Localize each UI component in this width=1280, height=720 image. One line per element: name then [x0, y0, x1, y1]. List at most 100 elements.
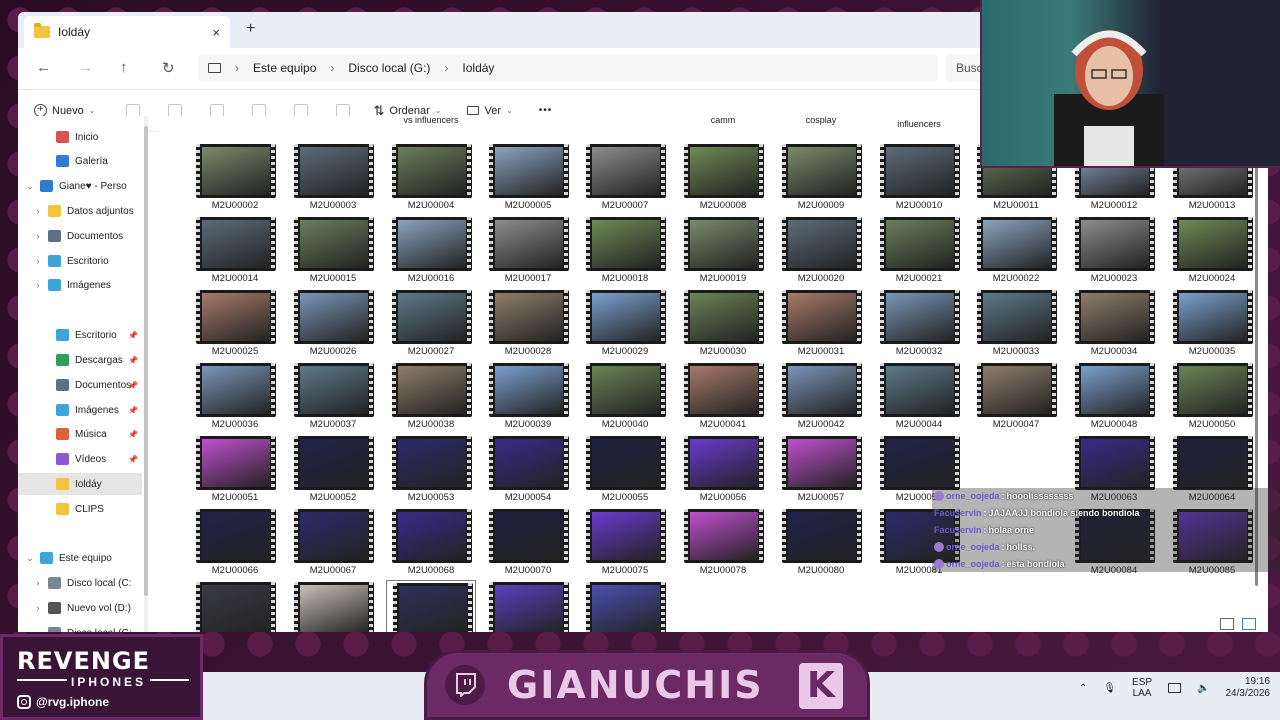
video-file-tile[interactable]: M2U00047 [971, 361, 1061, 431]
sidebar-item[interactable]: › Nuevo vol (D:) [18, 597, 142, 619]
sidebar-item[interactable]: › Documentos [18, 225, 142, 247]
chevron-icon[interactable]: › [34, 206, 42, 216]
sidebar-item[interactable]: › Datos adjuntos [18, 200, 142, 222]
video-file-tile[interactable]: M2U00035 [1167, 288, 1254, 358]
video-file-tile[interactable]: M2U00010 [874, 142, 964, 212]
more-options-icon[interactable]: ••• [539, 105, 553, 116]
chevron-icon[interactable]: › [34, 628, 42, 632]
video-file-tile[interactable]: M2U00054 [483, 434, 573, 504]
view-button[interactable]: Ver ⌄ [467, 105, 513, 117]
microphone-icon[interactable]: 🎙 [1103, 683, 1116, 694]
video-file-tile[interactable]: M2U00022 [971, 215, 1061, 285]
video-file-tile[interactable]: M2U00007 [580, 142, 670, 212]
folder-label[interactable]: cosplay [779, 116, 863, 126]
sidebar-item[interactable]: Escritorio 📌 [18, 324, 142, 346]
sidebar-item[interactable]: › Disco local (C: [18, 572, 142, 594]
video-file-tile[interactable]: M2U00009 [776, 142, 866, 212]
video-file-tile[interactable]: M2U00020 [776, 215, 866, 285]
video-file-tile[interactable]: M2U00068 [386, 507, 476, 577]
video-file-tile[interactable]: M2U00041 [678, 361, 768, 431]
tab-ioldáy[interactable]: Ioldáy × [24, 16, 230, 48]
chevron-icon[interactable]: › [34, 231, 42, 241]
sidebar-item[interactable]: › Disco local (G: [18, 622, 142, 632]
sidebar-item[interactable]: Ioldáy [18, 473, 142, 495]
chevron-icon[interactable]: › [34, 603, 42, 613]
video-file-tile[interactable]: M2U00053 [386, 434, 476, 504]
sidebar-item[interactable]: Descargas 📌 [18, 349, 142, 371]
sidebar-item[interactable]: CLIPS [18, 498, 142, 520]
video-file-tile[interactable]: M2U00017 [483, 215, 573, 285]
video-file-tile[interactable]: M2U00028 [483, 288, 573, 358]
volume-icon[interactable]: 🔈 [1197, 683, 1209, 694]
video-file-tile[interactable]: M2U00075 [580, 507, 670, 577]
back-icon[interactable]: ← [36, 59, 51, 76]
video-file-tile[interactable]: M2U00029 [580, 288, 670, 358]
video-file-tile[interactable]: M2U00055 [580, 434, 670, 504]
video-file-tile[interactable]: M2U00037 [288, 361, 378, 431]
video-file-tile[interactable]: M2U00023 [1069, 215, 1159, 285]
video-file-tile[interactable]: M2U00034 [1069, 288, 1159, 358]
video-file-tile[interactable]: M2U00015 [288, 215, 378, 285]
video-file-tile[interactable]: M2U00014 [190, 215, 280, 285]
sidebar-item[interactable]: Música 📌 [18, 423, 142, 445]
up-icon[interactable]: ↑ [120, 59, 128, 76]
video-file-tile[interactable]: M2U00031 [776, 288, 866, 358]
video-file-tile[interactable]: M2U00048 [1069, 361, 1159, 431]
video-file-tile[interactable]: M2U00067 [288, 507, 378, 577]
video-file-tile[interactable]: M2U00036 [190, 361, 280, 431]
video-file-tile[interactable]: M2U00002 [190, 142, 280, 212]
video-file-tile[interactable]: porsche [288, 580, 378, 632]
forward-icon[interactable]: → [78, 59, 93, 76]
video-file-tile[interactable]: M2U00078 [678, 507, 768, 577]
video-file-tile[interactable]: M2U00005 [483, 142, 573, 212]
video-file-tile[interactable]: pcs [190, 580, 280, 632]
details-view-icon[interactable] [1220, 618, 1234, 630]
sidebar-item[interactable]: › Escritorio [18, 250, 142, 272]
sidebar-item[interactable]: Galería [18, 150, 142, 172]
breadcrumb-este-equipo[interactable]: Este equipo [253, 61, 316, 75]
breadcrumb[interactable]: › Este equipo › Disco local (G:) › Ioldá… [198, 54, 938, 82]
video-file-tile[interactable]: M2U00042 [776, 361, 866, 431]
sidebar-item[interactable]: Documentos 📌 [18, 374, 142, 396]
refresh-icon[interactable]: ↻ [162, 59, 175, 77]
chevron-icon[interactable]: ⌄ [26, 181, 34, 192]
sidebar-item[interactable]: › Imágenes [18, 274, 142, 296]
video-file-tile[interactable]: M2U00004 [386, 142, 476, 212]
video-file-tile[interactable]: M2U00080 [776, 507, 866, 577]
sidebar-item[interactable]: ⌄ Giane♥ - Perso [18, 175, 142, 197]
thumbnails-view-icon[interactable] [1242, 618, 1256, 630]
video-file-tile[interactable]: M2U00026 [288, 288, 378, 358]
video-file-tile[interactable]: M2U00050 [1167, 361, 1254, 431]
chevron-icon[interactable]: › [34, 280, 42, 290]
breadcrumb-ioldáy[interactable]: Ioldáy [462, 61, 494, 75]
video-file-tile[interactable]: M2U00056 [678, 434, 768, 504]
video-file-tile[interactable]: show sugar 2 [483, 580, 573, 632]
video-file-tile[interactable]: M2U00008 [678, 142, 768, 212]
display-icon[interactable] [1168, 683, 1182, 693]
clock[interactable]: 19:16 24/3/2026 [1226, 676, 1271, 700]
chevron-up-icon[interactable]: ⌃ [1079, 683, 1087, 694]
sidebar-scrollbar[interactable] [144, 116, 148, 632]
sidebar-item[interactable]: ⌄ Este equipo [18, 547, 142, 569]
new-tab-button[interactable]: + [246, 20, 255, 38]
video-file-tile[interactable]: M2U00044 [874, 361, 964, 431]
video-file-tile[interactable]: regalos [386, 580, 476, 632]
video-file-tile[interactable]: M2U00057 [776, 434, 866, 504]
video-file-tile[interactable]: M2U00003 [288, 142, 378, 212]
video-file-tile[interactable]: M2U00033 [971, 288, 1061, 358]
video-file-tile[interactable]: M2U00016 [386, 215, 476, 285]
chevron-icon[interactable]: › [34, 256, 42, 266]
chevron-icon[interactable]: › [34, 578, 42, 588]
video-file-tile[interactable]: M2U00038 [386, 361, 476, 431]
chevron-icon[interactable]: ⌄ [26, 553, 34, 564]
folder-label[interactable]: vs influencers [389, 116, 473, 126]
video-file-tile[interactable]: M2U00040 [580, 361, 670, 431]
sidebar-item[interactable]: Inicio [18, 126, 142, 148]
video-file-tile[interactable]: M2U00032 [874, 288, 964, 358]
video-file-tile[interactable]: M2U00066 [190, 507, 280, 577]
video-file-tile[interactable]: M2U00039 [483, 361, 573, 431]
sidebar-item[interactable]: Imágenes 📌 [18, 399, 142, 421]
folder-label[interactable]: destroza influencers [877, 116, 961, 130]
video-file-tile[interactable]: show sugar pops [580, 580, 670, 632]
video-file-tile[interactable]: M2U00030 [678, 288, 768, 358]
